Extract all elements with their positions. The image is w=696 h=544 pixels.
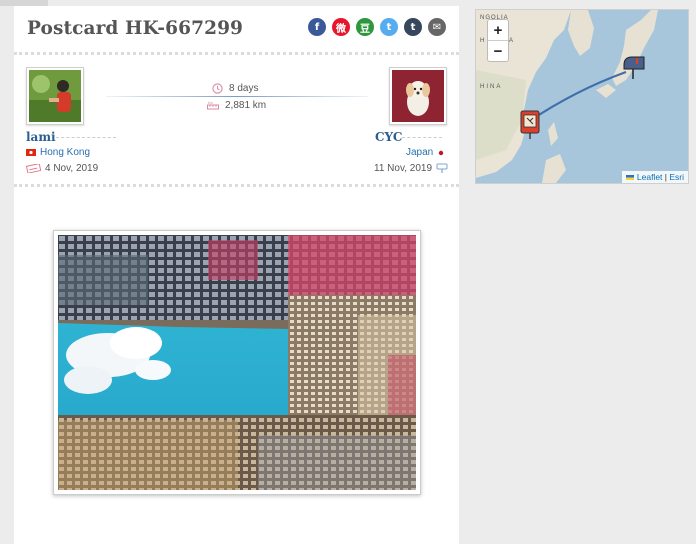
travel-distance: km 2,881 km [207, 100, 266, 111]
ukraine-flag-icon [625, 175, 634, 181]
sender-marker-icon[interactable] [520, 110, 540, 140]
receiver-marker-icon[interactable] [622, 55, 646, 81]
zoom-in-button[interactable]: + [488, 20, 508, 40]
japan-flag-icon [439, 150, 444, 155]
sender-avatar[interactable] [26, 67, 84, 125]
received-date-value: 11 Nov, 2019 [374, 163, 433, 174]
share-buttons: f 微 豆 t t ✉ [308, 18, 446, 36]
weibo-icon[interactable]: 微 [332, 18, 350, 36]
zoom-out-button[interactable]: − [488, 40, 508, 61]
sender-country-label: Hong Kong [40, 147, 91, 158]
sender-name[interactable]: lami [26, 130, 56, 144]
postcard-image[interactable] [53, 230, 421, 495]
receiver-country-label: Japan [406, 147, 434, 158]
receiver-photo [392, 70, 444, 122]
receiver-name[interactable]: CYC [375, 130, 402, 144]
douban-icon[interactable]: 豆 [356, 18, 374, 36]
sender-photo [29, 70, 81, 122]
clock-icon [212, 83, 223, 94]
svg-text:km: km [208, 101, 213, 105]
postcard-photo [58, 235, 416, 490]
twitter-icon[interactable]: t [380, 18, 398, 36]
receiver-country[interactable]: Japan [406, 147, 445, 158]
mailbox-received-icon [436, 163, 448, 173]
leaflet-link[interactable]: Leaflet [637, 172, 663, 182]
receiver-avatar[interactable] [389, 67, 447, 125]
esri-link[interactable]: Esri [669, 172, 684, 182]
zoom-control: + − [487, 19, 509, 62]
receiver-name-underline [402, 137, 442, 138]
travel-distance-value: 2,881 km [225, 100, 267, 111]
sender-country[interactable]: Hong Kong [26, 147, 90, 158]
map-label-china: HINA [480, 84, 503, 90]
postcard-panel: Postcard HK-667299 f 微 豆 t t ✉ 8 days km… [14, 6, 459, 544]
divider [14, 52, 459, 55]
travel-line [106, 96, 368, 97]
route-map[interactable]: NGOLIA H KOREA HINA + − Leaflet | Esri [475, 9, 689, 184]
left-gutter [0, 6, 14, 544]
sender-name-underline [56, 137, 116, 138]
received-date: 11 Nov, 2019 [374, 163, 448, 174]
hong-kong-flag-icon [26, 149, 36, 156]
sent-date-value: 4 Nov, 2019 [45, 163, 99, 174]
page-title: Postcard HK-667299 [27, 18, 244, 39]
sent-date: 4 Nov, 2019 [26, 163, 98, 174]
map-attribution: Leaflet | Esri [621, 171, 688, 183]
ruler-icon: km [207, 101, 219, 110]
facebook-icon[interactable]: f [308, 18, 326, 36]
divider [14, 184, 459, 187]
travel-days-value: 8 days [229, 83, 259, 94]
email-icon[interactable]: ✉ [428, 18, 446, 36]
stamp-sent-icon [26, 164, 41, 173]
tumblr-icon[interactable]: t [404, 18, 422, 36]
travel-days: 8 days [212, 83, 258, 94]
